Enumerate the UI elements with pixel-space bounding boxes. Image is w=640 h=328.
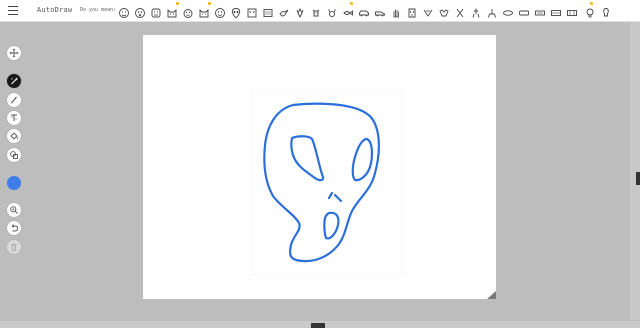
type-tool[interactable] bbox=[7, 111, 21, 125]
undo-button[interactable] bbox=[7, 221, 21, 235]
color-picker[interactable] bbox=[7, 176, 21, 190]
drawing-layer bbox=[251, 90, 403, 276]
suggestion-face-icon[interactable] bbox=[438, 4, 450, 17]
zoom-tool[interactable] bbox=[7, 203, 21, 217]
suggestion-cat-icon[interactable] bbox=[166, 4, 178, 18]
suggestion-prompt: Do you mean: bbox=[80, 7, 117, 13]
suggestion-ram-icon[interactable] bbox=[294, 4, 306, 19]
suggestion-hand-icon[interactable] bbox=[390, 4, 402, 18]
suggestion-fish-icon[interactable] bbox=[342, 4, 354, 16]
fill-tool[interactable] bbox=[7, 129, 21, 143]
menu-icon[interactable] bbox=[8, 6, 18, 16]
draw-tool[interactable] bbox=[7, 93, 21, 107]
suggestion-car-icon[interactable] bbox=[358, 4, 370, 17]
app-title: AutoDraw bbox=[37, 6, 73, 14]
pencil-icon bbox=[11, 96, 17, 104]
suggestion-rectangle-icon[interactable] bbox=[534, 4, 546, 16]
right-scrollbar-track bbox=[630, 22, 640, 320]
suggestion-bulb-icon[interactable] bbox=[584, 4, 596, 18]
suggestion-face-icon[interactable] bbox=[118, 4, 130, 18]
shape-tool[interactable] bbox=[7, 148, 21, 162]
suggestion-alien-icon[interactable] bbox=[246, 4, 258, 18]
trash-icon bbox=[11, 243, 17, 251]
suggestion-face-icon[interactable] bbox=[182, 4, 194, 18]
suggestion-face-icon[interactable] bbox=[134, 4, 146, 18]
suggestion-car-icon[interactable] bbox=[374, 4, 386, 17]
right-scrollbar-handle[interactable] bbox=[636, 172, 640, 185]
bottom-scrollbar-handle[interactable] bbox=[311, 323, 325, 328]
drawing-canvas[interactable] bbox=[143, 35, 496, 299]
suggestion-alien-icon[interactable] bbox=[230, 4, 242, 18]
suggestion-oval-icon[interactable] bbox=[502, 4, 514, 16]
suggestion-bulb-icon[interactable] bbox=[600, 4, 612, 17]
shapes-icon bbox=[10, 151, 18, 159]
suggestion-face-icon[interactable] bbox=[262, 4, 274, 17]
skull-drawing bbox=[263, 102, 380, 263]
suggestion-chair-icon[interactable] bbox=[470, 4, 482, 18]
select-tool[interactable] bbox=[7, 46, 21, 60]
move-icon bbox=[9, 48, 19, 58]
suggestion-bird-icon[interactable] bbox=[278, 4, 290, 17]
delete-button[interactable] bbox=[7, 240, 21, 254]
suggestion-face-icon[interactable] bbox=[214, 4, 226, 18]
suggestion-cow-icon[interactable] bbox=[310, 4, 322, 17]
undo-icon bbox=[11, 224, 18, 232]
suggestion-rectangle-icon[interactable] bbox=[566, 4, 578, 16]
suggestion-cat-icon[interactable] bbox=[198, 4, 210, 18]
suggestion-rectangle-icon[interactable] bbox=[518, 4, 530, 16]
sparkle-pen-icon bbox=[11, 77, 18, 85]
resize-handle-icon[interactable] bbox=[487, 291, 496, 299]
paint-bucket-icon bbox=[10, 132, 18, 140]
text-icon bbox=[11, 114, 17, 121]
suggestion-face-icon[interactable] bbox=[150, 4, 162, 18]
suggestion-rectangle-icon[interactable] bbox=[550, 4, 562, 16]
suggestion-face-icon[interactable] bbox=[406, 4, 418, 18]
suggestion-chair-icon[interactable] bbox=[486, 4, 498, 18]
autodraw-tool[interactable] bbox=[7, 74, 21, 88]
zoom-icon bbox=[10, 206, 18, 214]
suggestion-crab-icon[interactable] bbox=[326, 4, 338, 18]
suggestion-face-icon[interactable] bbox=[422, 4, 434, 17]
suggestion-scissors-icon[interactable] bbox=[454, 4, 466, 18]
top-bar: AutoDraw Do you mean: bbox=[0, 0, 640, 22]
